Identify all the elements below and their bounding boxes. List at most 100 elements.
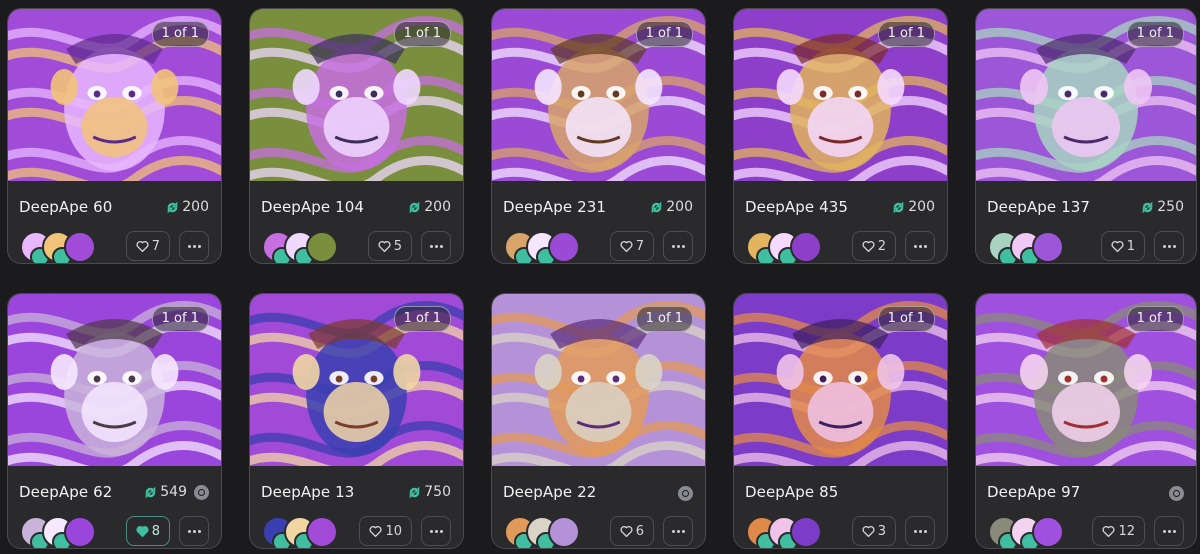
more-options-button[interactable] (179, 516, 209, 546)
edition-badge: 1 of 1 (877, 306, 935, 332)
nft-card[interactable]: 1 of 1 DeepApe 85 3 (733, 293, 948, 549)
like-count: 12 (1118, 523, 1135, 539)
heart-icon (1102, 525, 1115, 537)
avatar[interactable] (306, 231, 338, 263)
price-tag: 250 (1141, 199, 1184, 215)
owner-avatars[interactable] (20, 231, 130, 263)
more-options-button[interactable] (421, 231, 451, 261)
avatar[interactable] (548, 516, 580, 548)
like-button[interactable]: 8 (125, 516, 170, 546)
edition-badge: 1 of 1 (1126, 306, 1184, 332)
nft-title[interactable]: DeepApe 13 (261, 483, 354, 501)
nft-title[interactable]: DeepApe 104 (261, 198, 364, 216)
nft-card[interactable]: 1 of 1 DeepApe 60 200 7 (7, 8, 222, 264)
like-count: 5 (393, 238, 402, 254)
heart-icon (1111, 240, 1124, 252)
more-options-button[interactable] (663, 516, 693, 546)
owner-avatars[interactable] (988, 516, 1098, 548)
like-count: 7 (635, 238, 644, 254)
heart-icon (369, 525, 382, 537)
owner-avatars[interactable] (262, 231, 372, 263)
avatar[interactable] (64, 231, 96, 263)
heart-icon (862, 240, 875, 252)
like-button[interactable]: 5 (367, 231, 412, 261)
sync-icon (893, 201, 904, 213)
nft-title[interactable]: DeepApe 60 (19, 198, 112, 216)
price-tag: 200 (892, 199, 935, 215)
owner-avatars[interactable] (746, 231, 856, 263)
owner-avatars[interactable] (504, 231, 614, 263)
nft-title[interactable]: DeepApe 85 (745, 483, 838, 501)
owner-avatars[interactable] (504, 516, 614, 548)
nft-card-grid: 1 of 1 DeepApe 60 200 7 1 of 1 DeepApe 1… (0, 0, 1200, 554)
edition-badge: 1 of 1 (151, 306, 209, 332)
card-info: DeepApe 60 200 7 (8, 181, 221, 263)
heart-icon (378, 240, 391, 252)
nft-card[interactable]: 1 of 1 DeepApe 13 750 10 (249, 293, 464, 549)
like-button[interactable]: 10 (359, 516, 412, 546)
edition-badge: 1 of 1 (877, 21, 935, 47)
nft-title[interactable]: DeepApe 231 (503, 198, 606, 216)
price-tag: 750 (408, 484, 451, 500)
nft-title[interactable]: DeepApe 62 (19, 483, 112, 501)
card-info: DeepApe 22 6 (492, 466, 705, 548)
owner-avatars[interactable] (262, 516, 372, 548)
verified-icon (678, 486, 693, 501)
more-options-button[interactable] (179, 231, 209, 261)
avatar[interactable] (790, 231, 822, 263)
price-value: 200 (182, 199, 209, 215)
like-button[interactable]: 1 (1100, 231, 1145, 261)
nft-card[interactable]: 1 of 1 DeepApe 22 6 (491, 293, 706, 549)
owner-avatars[interactable] (746, 516, 856, 548)
like-button[interactable]: 12 (1092, 516, 1145, 546)
nft-card[interactable]: 1 of 1 DeepApe 104 200 5 (249, 8, 464, 264)
nft-title[interactable]: DeepApe 22 (503, 483, 596, 501)
price-tag: 200 (650, 199, 693, 215)
price-tag: 200 (408, 199, 451, 215)
price-value: 549 (160, 484, 187, 500)
more-options-button[interactable] (663, 231, 693, 261)
card-info: DeepApe 85 3 (734, 466, 947, 548)
sync-icon (145, 486, 156, 498)
avatar[interactable] (64, 516, 96, 548)
card-info: DeepApe 13 750 10 (250, 466, 463, 548)
avatar[interactable] (306, 516, 338, 548)
owner-avatars[interactable] (20, 516, 130, 548)
nft-card[interactable]: 1 of 1 DeepApe 97 12 (975, 293, 1197, 549)
price-value: 200 (424, 199, 451, 215)
more-options-button[interactable] (1154, 231, 1184, 261)
price-value: 200 (666, 199, 693, 215)
like-button[interactable]: 7 (609, 231, 654, 261)
like-button[interactable]: 2 (851, 231, 896, 261)
avatar[interactable] (790, 516, 822, 548)
nft-card[interactable]: 1 of 1 DeepApe 62 549 8 (7, 293, 222, 549)
nft-card[interactable]: 1 of 1 DeepApe 231 200 7 (491, 8, 706, 264)
avatar[interactable] (1032, 516, 1064, 548)
like-count: 7 (151, 238, 160, 254)
avatar[interactable] (1032, 231, 1064, 263)
nft-card[interactable]: 1 of 1 DeepApe 435 200 2 (733, 8, 948, 264)
more-dots-icon (429, 529, 443, 533)
more-options-button[interactable] (905, 231, 935, 261)
like-button[interactable]: 3 (851, 516, 896, 546)
price-value: 200 (908, 199, 935, 215)
heart-icon (136, 525, 149, 537)
like-count: 2 (877, 238, 886, 254)
edition-badge: 1 of 1 (393, 21, 451, 47)
card-info: DeepApe 435 200 2 (734, 181, 947, 263)
more-options-button[interactable] (421, 516, 451, 546)
nft-title[interactable]: DeepApe 435 (745, 198, 848, 216)
heart-icon (620, 525, 633, 537)
nft-title[interactable]: DeepApe 97 (987, 483, 1080, 501)
more-dots-icon (429, 244, 443, 248)
nft-title[interactable]: DeepApe 137 (987, 198, 1090, 216)
sync-icon (167, 201, 178, 213)
nft-card[interactable]: 1 of 1 DeepApe 137 250 1 (975, 8, 1197, 264)
avatar[interactable] (548, 231, 580, 263)
more-options-button[interactable] (905, 516, 935, 546)
owner-avatars[interactable] (988, 231, 1098, 263)
more-options-button[interactable] (1154, 516, 1184, 546)
like-button[interactable]: 6 (609, 516, 654, 546)
card-info: DeepApe 97 12 (976, 466, 1196, 548)
like-button[interactable]: 7 (125, 231, 170, 261)
